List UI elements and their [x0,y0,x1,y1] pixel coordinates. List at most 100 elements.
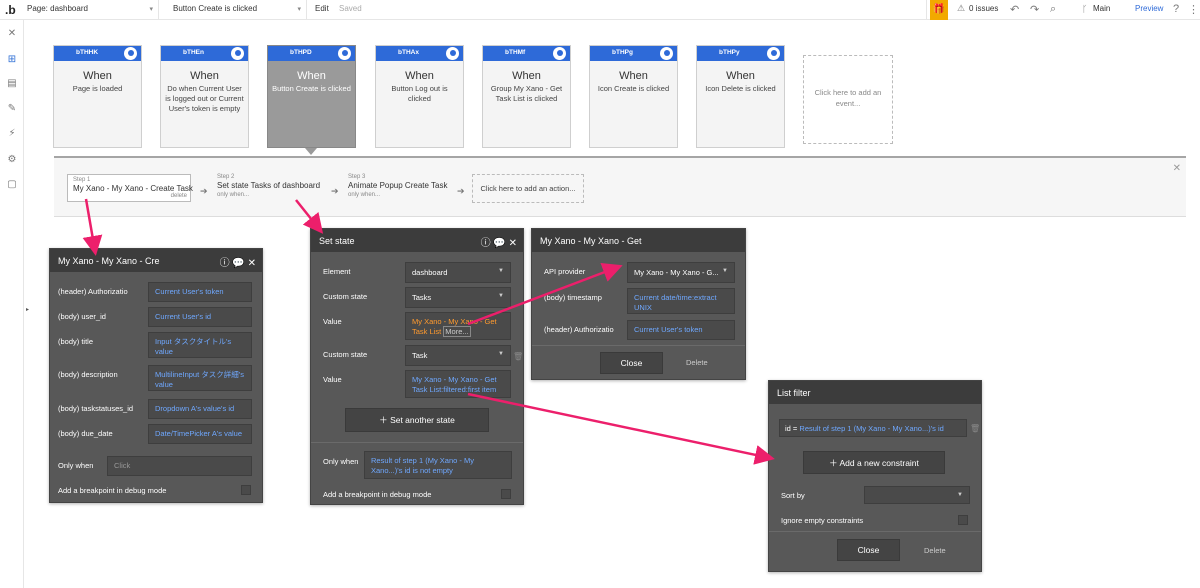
arrow-right-icon: ➔ [200,186,208,196]
field-value[interactable]: Current User's id [148,307,252,327]
event-toggle-icon[interactable] [660,47,673,60]
event-toggle-icon[interactable] [124,47,137,60]
more-link[interactable]: More... [443,326,471,337]
styles-icon[interactable]: ✎ [6,103,18,114]
sort-by-dropdown[interactable]: ▼ [864,486,970,504]
event-card[interactable]: bTHEn When Do when Current User is logge… [160,45,249,148]
collapse-handle-icon[interactable]: ▸ [26,306,29,313]
close-icon[interactable]: ✕ [509,238,517,249]
timestamp-value[interactable]: Current date/time:extract UNIX [627,288,735,314]
add-action-button[interactable]: Click here to add an action... [472,174,584,203]
event-toggle-icon[interactable] [338,47,351,60]
divider [306,0,307,20]
menu-icon[interactable]: ⋮ [1188,3,1199,16]
add-event-button[interactable]: Click here to add an event... [803,55,893,144]
custom-state-dropdown[interactable]: Tasks ▼ [405,287,511,308]
event-select[interactable]: Button Create is clicked ▾ [173,4,301,13]
undo-icon[interactable]: ↶ [1010,3,1019,16]
workflow-icon[interactable]: ⊞ [6,54,18,65]
branch-icon: ᚴ [1082,4,1088,14]
field-value[interactable]: Input タスクタイトル's value [148,332,252,358]
field-label: (body) title [58,337,94,346]
comment-icon[interactable]: 💬 [493,238,505,249]
custom-state-dropdown[interactable]: Task ▼ [405,345,511,366]
field-value[interactable]: Current User's token [148,282,252,302]
close-button[interactable]: Close [837,539,900,561]
event-card[interactable]: bTHPy When Icon Delete is clicked [696,45,785,148]
design-tools-icon[interactable]: ✕ [6,28,18,39]
event-card[interactable]: bTHMf When Group My Xano - Get Task List… [482,45,571,148]
breakpoint-checkbox[interactable] [501,489,511,499]
data-icon[interactable]: ▤ [6,78,18,89]
set-another-state-button[interactable]: ＋ Set another state [345,408,489,432]
field-label: (body) taskstatuses_id [58,404,134,413]
field-value[interactable]: Dropdown A's value's id [148,399,252,419]
close-icon[interactable]: ✕ [248,258,256,269]
chevron-down-icon: ▼ [498,351,504,357]
redo-icon[interactable]: ↷ [1030,3,1039,16]
info-icon[interactable]: ⓘ [220,258,230,269]
value-expression[interactable]: My Xano - My Xano - Get Task List More..… [405,312,511,340]
event-card-selected[interactable]: bTHPD When Button Create is clicked [267,45,356,148]
event-card-header: bTHEn [161,46,248,61]
element-dropdown[interactable]: dashboard ▼ [405,262,511,283]
field-label: (header) Authorizatio [58,287,128,296]
field-value[interactable]: Date/TimePicker A's value [148,424,252,444]
event-card-header: bTHMf [483,46,570,61]
chevron-down-icon: ▾ [297,6,301,13]
search-icon[interactable]: ⌕ [1050,3,1056,16]
event-card[interactable]: bTHHK When Page is loaded [53,45,142,148]
constraint-row[interactable]: id = Result of step 1 (My Xano - My Xano… [779,419,967,437]
step-1[interactable]: Step 1 My Xano - My Xano - Create Task d… [67,174,193,202]
event-toggle-icon[interactable] [553,47,566,60]
gift-icon[interactable]: 🎁 [930,0,948,20]
field-value[interactable]: MultilineInput タスク詳細's value [148,365,252,391]
only-when-expression[interactable]: Result of step 1 (My Xano - My Xano...)'… [364,451,512,479]
help-icon[interactable]: ? [1173,3,1179,15]
delete-link[interactable]: Delete [686,358,708,367]
value-expression[interactable]: My Xano - My Xano - Get Task List:filter… [405,370,511,398]
trash-icon[interactable]: 🗑 [513,352,523,361]
trash-icon[interactable]: 🗑 [970,424,980,433]
saved-status: Saved [339,4,362,13]
logs-icon[interactable]: ▢ [6,179,18,190]
step-2[interactable]: Step 2 Set state Tasks of dashboard only… [217,174,320,198]
bubble-logo[interactable]: .b [5,3,16,17]
event-card-header: bTHHK [54,46,141,61]
event-card-header: bTHPD [268,46,355,61]
event-toggle-icon[interactable] [446,47,459,60]
branch-button[interactable]: Main [1093,4,1110,13]
settings-icon[interactable]: ⚙ [6,154,18,165]
event-card[interactable]: bTHAx When Button Log out is clicked [375,45,464,148]
authorization-value[interactable]: Current User's token [627,320,735,340]
info-icon[interactable]: ⓘ [481,238,491,249]
page-select[interactable]: Page: dashboard ▾ [27,4,153,13]
api-provider-dropdown[interactable]: My Xano - My Xano - G... ▼ [627,262,735,283]
only-when-input[interactable]: Click [107,456,252,476]
value-label: Value [323,375,342,384]
close-icon[interactable]: ✕ [1173,163,1181,174]
event-toggle-icon[interactable] [231,47,244,60]
close-button[interactable]: Close [600,352,663,374]
field-label: (body) user_id [58,312,106,321]
custom-state-label: Custom state [323,350,368,359]
preview-button[interactable]: Preview [1135,4,1163,13]
delete-link[interactable]: Delete [924,546,946,555]
event-card[interactable]: bTHPg When Icon Create is clicked [589,45,678,148]
issues-button[interactable]: 0 issues [969,4,998,13]
selected-event-pointer [305,148,317,155]
comment-icon[interactable]: 💬 [232,258,244,269]
plugins-icon[interactable]: ⚡ [6,128,18,139]
panel-list-filter: List filter id = Result of step 1 (My Xa… [768,380,982,572]
breakpoint-checkbox[interactable] [241,485,251,495]
edit-menu[interactable]: Edit [315,4,329,13]
step-3[interactable]: Step 3 Animate Popup Create Task only wh… [348,174,447,198]
divider [769,531,981,532]
step-delete-link[interactable]: delete [171,193,187,199]
ignore-empty-checkbox[interactable] [958,515,968,525]
event-toggle-icon[interactable] [767,47,780,60]
add-constraint-button[interactable]: ＋ Add a new constraint [803,451,945,474]
value-label: Value [323,317,342,326]
only-when-label: Only when [323,457,359,466]
chevron-down-icon: ▼ [498,293,504,299]
